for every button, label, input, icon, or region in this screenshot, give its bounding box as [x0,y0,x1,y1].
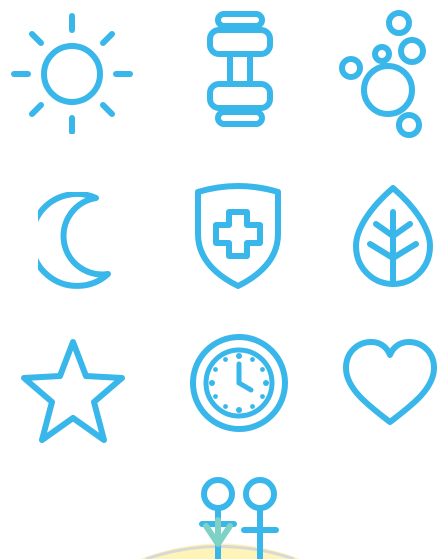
heart-icon [342,338,438,428]
clock-icon [188,332,290,434]
bubbles-icon [338,8,428,138]
star-icon [18,336,128,448]
dumbbell-icon [206,10,274,128]
icon-grid [0,0,440,559]
leaf-icon [352,184,434,290]
medical-shield-icon [188,182,288,292]
sun-icon [10,10,134,134]
crescent-moon-icon [38,192,112,292]
gender-symbols-icon [140,470,300,559]
